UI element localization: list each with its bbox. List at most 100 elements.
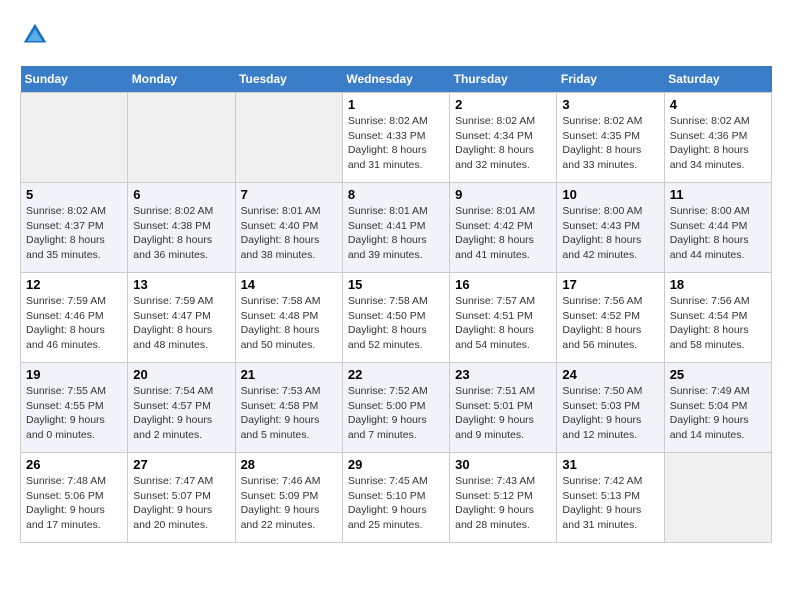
day-number: 1	[348, 97, 444, 112]
day-info: Sunrise: 8:02 AM Sunset: 4:33 PM Dayligh…	[348, 114, 444, 173]
day-info: Sunrise: 7:42 AM Sunset: 5:13 PM Dayligh…	[562, 474, 658, 533]
day-number: 2	[455, 97, 551, 112]
day-number: 26	[26, 457, 122, 472]
calendar-cell: 12 Sunrise: 7:59 AM Sunset: 4:46 PM Dayli…	[21, 273, 128, 363]
calendar-cell: 3Sunrise: 8:02 AM Sunset: 4:35 PM Daylig…	[557, 93, 664, 183]
column-header-sunday: Sunday	[21, 66, 128, 93]
day-number: 8	[348, 187, 444, 202]
day-number: 10	[562, 187, 658, 202]
calendar-cell: 18 Sunrise: 7:56 AM Sunset: 4:54 PM Dayli…	[664, 273, 771, 363]
day-number: 13	[133, 277, 229, 292]
day-number: 7	[241, 187, 337, 202]
calendar-header-row: SundayMondayTuesdayWednesdayThursdayFrid…	[21, 66, 772, 93]
column-header-thursday: Thursday	[450, 66, 557, 93]
day-number: 22	[348, 367, 444, 382]
day-info: Sunrise: 7:57 AM Sunset: 4:51 PM Dayligh…	[455, 294, 551, 353]
day-number: 6	[133, 187, 229, 202]
page-header	[20, 20, 772, 50]
calendar-table: SundayMondayTuesdayWednesdayThursdayFrid…	[20, 66, 772, 543]
day-info: Sunrise: 7:56 AM Sunset: 4:54 PM Dayligh…	[670, 294, 766, 353]
day-info: Sunrise: 8:02 AM Sunset: 4:34 PM Dayligh…	[455, 114, 551, 173]
day-info: Sunrise: 8:02 AM Sunset: 4:38 PM Dayligh…	[133, 204, 229, 263]
calendar-cell: 10 Sunrise: 8:00 AM Sunset: 4:43 PM Dayli…	[557, 183, 664, 273]
day-number: 18	[670, 277, 766, 292]
calendar-cell: 4 Sunrise: 8:02 AM Sunset: 4:36 PM Daylig…	[664, 93, 771, 183]
day-number: 12	[26, 277, 122, 292]
column-header-tuesday: Tuesday	[235, 66, 342, 93]
week-row-1: 1 Sunrise: 8:02 AM Sunset: 4:33 PM Daylig…	[21, 93, 772, 183]
calendar-cell	[235, 93, 342, 183]
day-info: Sunrise: 7:55 AM Sunset: 4:55 PM Dayligh…	[26, 384, 122, 443]
day-info: Sunrise: 8:02 AM Sunset: 4:36 PM Dayligh…	[670, 114, 766, 173]
calendar-cell: 14 Sunrise: 7:58 AM Sunset: 4:48 PM Dayli…	[235, 273, 342, 363]
day-number: 28	[241, 457, 337, 472]
week-row-4: 19 Sunrise: 7:55 AM Sunset: 4:55 PM Dayli…	[21, 363, 772, 453]
day-number: 25	[670, 367, 766, 382]
day-number: 4	[670, 97, 766, 112]
day-info: Sunrise: 8:01 AM Sunset: 4:40 PM Dayligh…	[241, 204, 337, 263]
calendar-cell: 20Sunrise: 7:54 AM Sunset: 4:57 PM Dayli…	[128, 363, 235, 453]
day-info: Sunrise: 7:58 AM Sunset: 4:50 PM Dayligh…	[348, 294, 444, 353]
day-info: Sunrise: 7:51 AM Sunset: 5:01 PM Dayligh…	[455, 384, 551, 443]
day-info: Sunrise: 7:53 AM Sunset: 4:58 PM Dayligh…	[241, 384, 337, 443]
calendar-cell: 30 Sunrise: 7:43 AM Sunset: 5:12 PM Dayli…	[450, 453, 557, 543]
calendar-cell: 22 Sunrise: 7:52 AM Sunset: 5:00 PM Dayli…	[342, 363, 449, 453]
calendar-cell: 19 Sunrise: 7:55 AM Sunset: 4:55 PM Dayli…	[21, 363, 128, 453]
calendar-cell: 24 Sunrise: 7:50 AM Sunset: 5:03 PM Dayli…	[557, 363, 664, 453]
calendar-cell	[664, 453, 771, 543]
calendar-cell: 9Sunrise: 8:01 AM Sunset: 4:42 PM Daylig…	[450, 183, 557, 273]
day-info: Sunrise: 7:48 AM Sunset: 5:06 PM Dayligh…	[26, 474, 122, 533]
calendar-cell: 17Sunrise: 7:56 AM Sunset: 4:52 PM Dayli…	[557, 273, 664, 363]
day-info: Sunrise: 8:00 AM Sunset: 4:44 PM Dayligh…	[670, 204, 766, 263]
calendar-cell: 21 Sunrise: 7:53 AM Sunset: 4:58 PM Dayli…	[235, 363, 342, 453]
calendar-cell: 11Sunrise: 8:00 AM Sunset: 4:44 PM Dayli…	[664, 183, 771, 273]
logo	[20, 20, 54, 50]
column-header-friday: Friday	[557, 66, 664, 93]
calendar-cell: 6 Sunrise: 8:02 AM Sunset: 4:38 PM Daylig…	[128, 183, 235, 273]
calendar-cell: 29 Sunrise: 7:45 AM Sunset: 5:10 PM Dayli…	[342, 453, 449, 543]
day-info: Sunrise: 7:49 AM Sunset: 5:04 PM Dayligh…	[670, 384, 766, 443]
day-info: Sunrise: 7:56 AM Sunset: 4:52 PM Dayligh…	[562, 294, 658, 353]
day-info: Sunrise: 8:00 AM Sunset: 4:43 PM Dayligh…	[562, 204, 658, 263]
day-number: 14	[241, 277, 337, 292]
day-info: Sunrise: 7:59 AM Sunset: 4:47 PM Dayligh…	[133, 294, 229, 353]
calendar-cell: 31 Sunrise: 7:42 AM Sunset: 5:13 PM Dayli…	[557, 453, 664, 543]
week-row-2: 5 Sunrise: 8:02 AM Sunset: 4:37 PM Daylig…	[21, 183, 772, 273]
day-info: Sunrise: 7:52 AM Sunset: 5:00 PM Dayligh…	[348, 384, 444, 443]
day-number: 21	[241, 367, 337, 382]
day-info: Sunrise: 7:46 AM Sunset: 5:09 PM Dayligh…	[241, 474, 337, 533]
day-info: Sunrise: 8:02 AM Sunset: 4:37 PM Dayligh…	[26, 204, 122, 263]
day-number: 30	[455, 457, 551, 472]
day-info: Sunrise: 7:50 AM Sunset: 5:03 PM Dayligh…	[562, 384, 658, 443]
week-row-5: 26 Sunrise: 7:48 AM Sunset: 5:06 PM Dayli…	[21, 453, 772, 543]
day-number: 16	[455, 277, 551, 292]
day-number: 3	[562, 97, 658, 112]
column-header-saturday: Saturday	[664, 66, 771, 93]
day-info: Sunrise: 8:01 AM Sunset: 4:41 PM Dayligh…	[348, 204, 444, 263]
day-info: Sunrise: 7:59 AM Sunset: 4:46 PM Dayligh…	[26, 294, 122, 353]
calendar-cell: 28 Sunrise: 7:46 AM Sunset: 5:09 PM Dayli…	[235, 453, 342, 543]
calendar-cell: 16 Sunrise: 7:57 AM Sunset: 4:51 PM Dayli…	[450, 273, 557, 363]
calendar-cell: 26 Sunrise: 7:48 AM Sunset: 5:06 PM Dayli…	[21, 453, 128, 543]
day-number: 23	[455, 367, 551, 382]
calendar-cell: 5 Sunrise: 8:02 AM Sunset: 4:37 PM Daylig…	[21, 183, 128, 273]
day-number: 5	[26, 187, 122, 202]
day-info: Sunrise: 7:45 AM Sunset: 5:10 PM Dayligh…	[348, 474, 444, 533]
day-info: Sunrise: 7:43 AM Sunset: 5:12 PM Dayligh…	[455, 474, 551, 533]
calendar-cell: 8 Sunrise: 8:01 AM Sunset: 4:41 PM Daylig…	[342, 183, 449, 273]
calendar-cell: 23 Sunrise: 7:51 AM Sunset: 5:01 PM Dayli…	[450, 363, 557, 453]
day-number: 24	[562, 367, 658, 382]
day-info: Sunrise: 7:58 AM Sunset: 4:48 PM Dayligh…	[241, 294, 337, 353]
day-number: 19	[26, 367, 122, 382]
logo-icon	[20, 20, 50, 50]
week-row-3: 12 Sunrise: 7:59 AM Sunset: 4:46 PM Dayli…	[21, 273, 772, 363]
day-info: Sunrise: 8:01 AM Sunset: 4:42 PM Dayligh…	[455, 204, 551, 263]
calendar-cell: 27Sunrise: 7:47 AM Sunset: 5:07 PM Dayli…	[128, 453, 235, 543]
day-number: 27	[133, 457, 229, 472]
calendar-cell	[21, 93, 128, 183]
day-number: 31	[562, 457, 658, 472]
calendar-cell: 7 Sunrise: 8:01 AM Sunset: 4:40 PM Daylig…	[235, 183, 342, 273]
day-info: Sunrise: 7:54 AM Sunset: 4:57 PM Dayligh…	[133, 384, 229, 443]
calendar-cell: 15Sunrise: 7:58 AM Sunset: 4:50 PM Dayli…	[342, 273, 449, 363]
day-number: 29	[348, 457, 444, 472]
